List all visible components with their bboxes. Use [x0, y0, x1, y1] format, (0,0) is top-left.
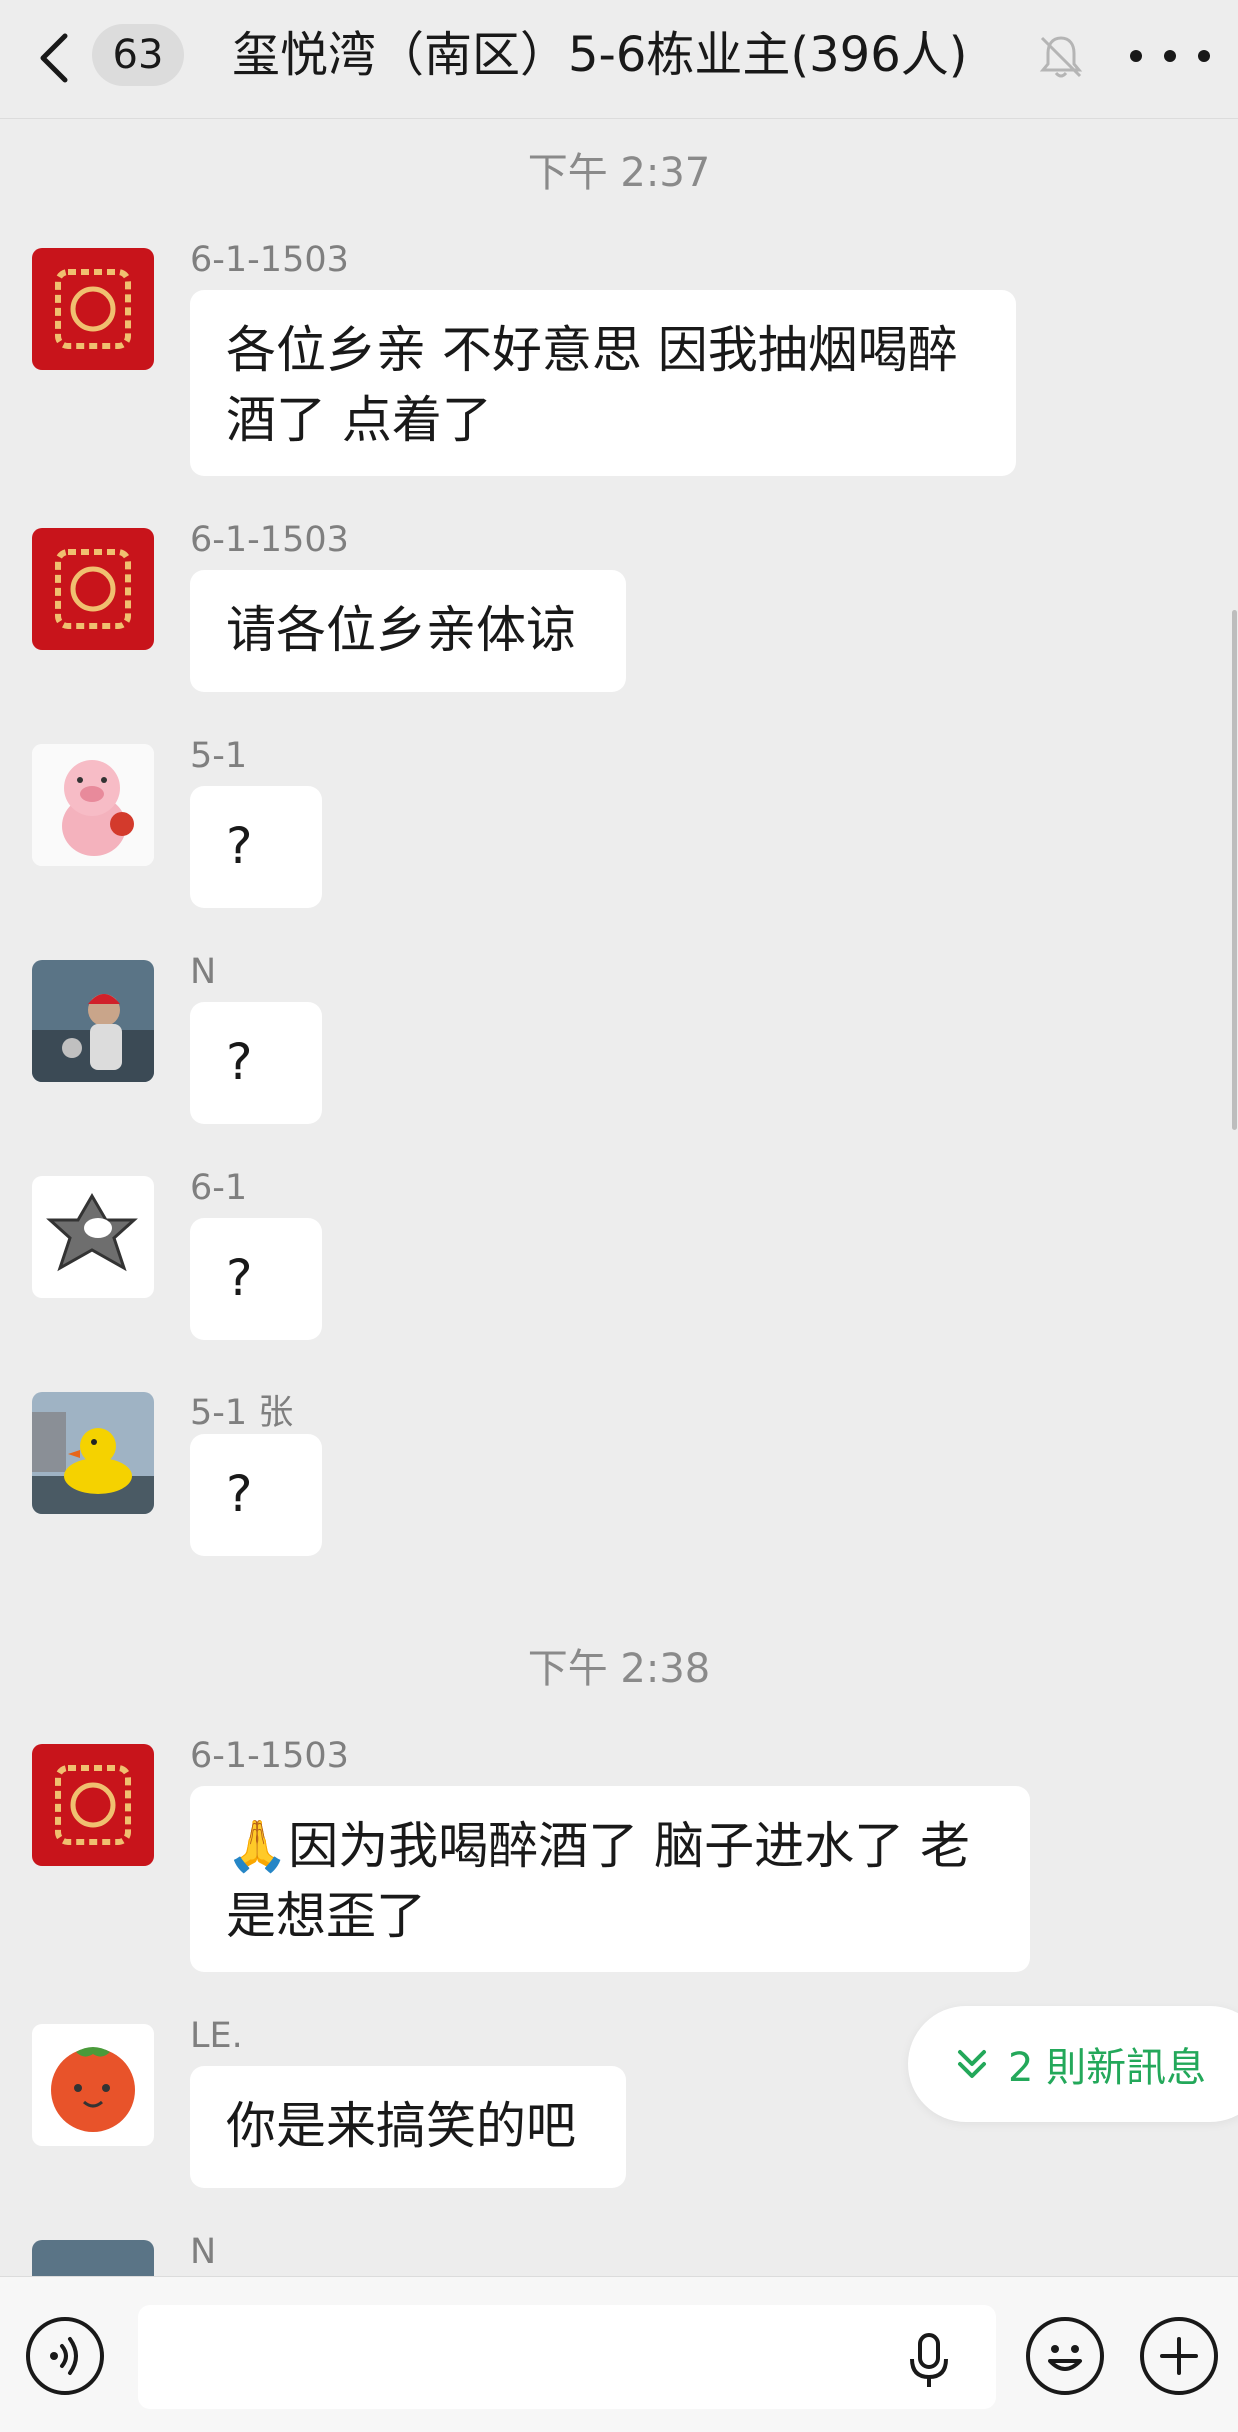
message-bubble[interactable]: ? — [190, 1218, 322, 1340]
microphone-icon[interactable] — [906, 2333, 952, 2389]
message-row: 5-1 ? — [0, 736, 1238, 916]
more-options-icon[interactable] — [1130, 28, 1210, 84]
avatar[interactable] — [32, 248, 154, 370]
muted-bell-icon — [1036, 32, 1086, 82]
chat-title[interactable]: 玺悦湾（南区）5-6栋业主(396人) — [232, 22, 1042, 88]
sender-name: 5-1 张 — [190, 1393, 294, 1433]
input-bar — [0, 2276, 1238, 2432]
message-bubble[interactable]: 你是来搞笑的吧 — [190, 2066, 626, 2188]
plus-icon[interactable] — [1140, 2317, 1218, 2395]
sender-name: N — [190, 2232, 217, 2272]
pray-emoji-icon: 🙏 — [226, 1817, 289, 1875]
message-bubble[interactable]: 各位乡亲 不好意思 因我抽烟喝醉酒了 点着了 — [190, 290, 1016, 476]
avatar[interactable] — [32, 2024, 154, 2146]
unread-count-badge[interactable]: 63 — [92, 24, 184, 86]
timestamp: 下午 2:38 — [527, 1646, 711, 1692]
timestamp: 下午 2:37 — [527, 150, 711, 196]
message-row: 6-1-1503 🙏因为我喝醉酒了 脑子进水了 老是想歪了 — [0, 1736, 1238, 1976]
sender-name: LE. — [190, 2016, 243, 2056]
avatar[interactable] — [32, 744, 154, 866]
message-row: N ? — [0, 952, 1238, 1132]
avatar[interactable] — [32, 2240, 154, 2276]
message-row: 6-1-1503 各位乡亲 不好意思 因我抽烟喝醉酒了 点着了 — [0, 240, 1238, 480]
sender-name: N — [190, 952, 217, 992]
emoji-icon[interactable] — [1026, 2317, 1104, 2395]
avatar[interactable] — [32, 1744, 154, 1866]
message-bubble[interactable]: 请各位乡亲体谅 — [190, 570, 626, 692]
new-messages-label: 2 則新訊息 — [1008, 2045, 1207, 2091]
chat-header: 63 玺悦湾（南区）5-6栋业主(396人) — [0, 0, 1238, 119]
voice-input-icon[interactable] — [26, 2317, 104, 2395]
message-bubble[interactable]: ? — [190, 1434, 322, 1556]
sender-name: 6-1-1503 — [190, 240, 349, 280]
scrollbar[interactable] — [1232, 610, 1237, 1130]
sender-name: 6-1-1503 — [190, 1736, 349, 1776]
sender-name: 5-1 — [190, 736, 248, 776]
message-text: 因为我喝醉酒了 脑子进水了 老是想歪了 — [226, 1817, 971, 1945]
back-icon[interactable] — [30, 28, 80, 88]
message-row: 6-1-1503 请各位乡亲体谅 — [0, 520, 1238, 700]
message-input[interactable] — [138, 2305, 996, 2409]
message-row: 6-1 ? — [0, 1168, 1238, 1348]
message-row: 5-1 张 ? — [0, 1384, 1238, 1564]
message-bubble[interactable]: ? — [190, 1002, 322, 1124]
message-row: N — [0, 2232, 1238, 2276]
message-bubble[interactable]: 🙏因为我喝醉酒了 脑子进水了 老是想歪了 — [190, 1786, 1030, 1972]
double-chevron-down-icon — [958, 2050, 986, 2078]
sender-name: 6-1-1503 — [190, 520, 349, 560]
avatar[interactable] — [32, 528, 154, 650]
new-messages-button[interactable]: 2 則新訊息 — [908, 2006, 1238, 2122]
avatar[interactable] — [32, 960, 154, 1082]
sender-name: 6-1 — [190, 1168, 248, 1208]
message-bubble[interactable]: ? — [190, 786, 322, 908]
avatar[interactable] — [32, 1392, 154, 1514]
avatar[interactable] — [32, 1176, 154, 1298]
